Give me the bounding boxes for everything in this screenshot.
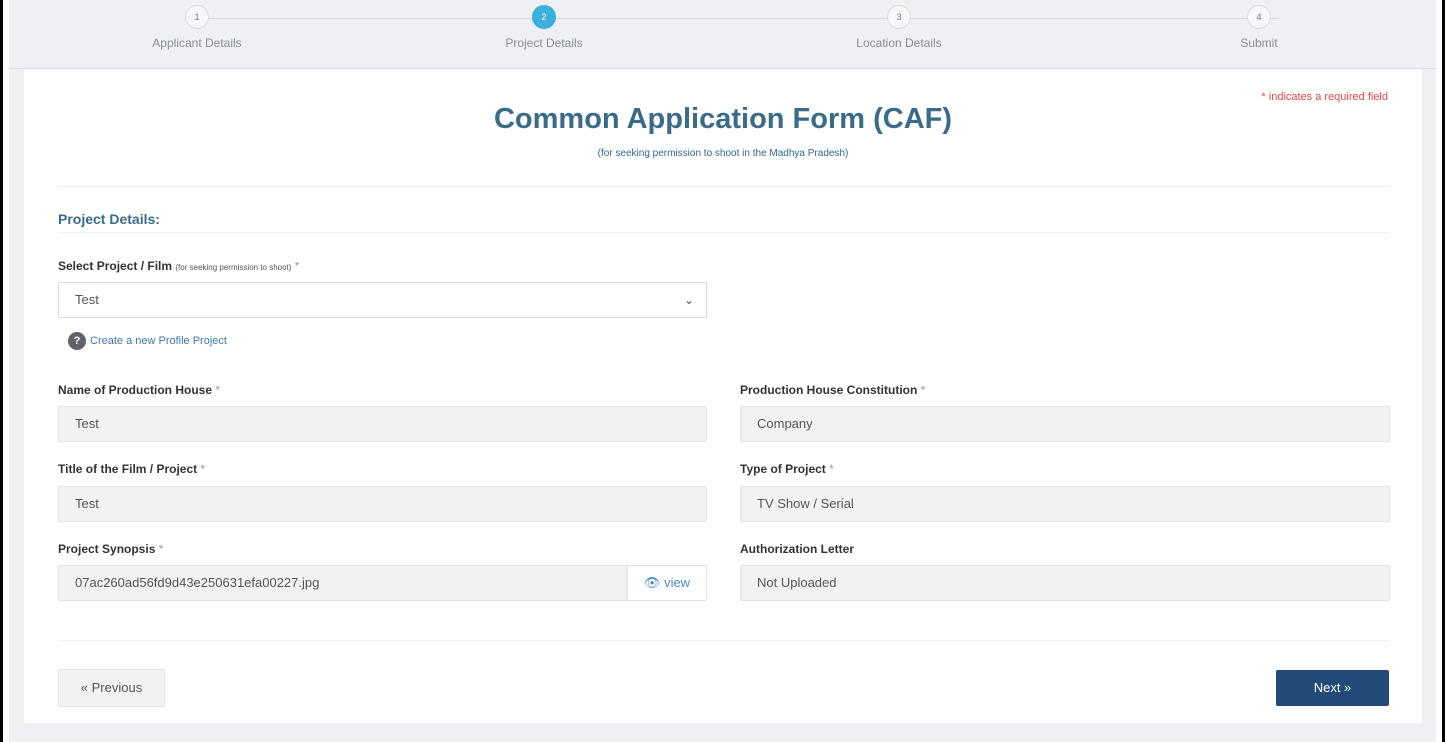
chevron-down-icon: ⌄ bbox=[683, 293, 694, 307]
step-applicant-details[interactable]: 1 Applicant Details bbox=[97, 5, 297, 50]
synopsis-file-name: 07ac260ad56fd9d43e250631efa00227.jpg bbox=[75, 575, 320, 590]
form-card: * indicates a required field Common Appl… bbox=[24, 69, 1422, 723]
project-type-label: Type of Project * bbox=[740, 462, 834, 476]
step-number-active: 2 bbox=[532, 5, 556, 29]
view-button[interactable]: 👁 view bbox=[627, 566, 706, 600]
production-house-label: Name of Production House * bbox=[58, 383, 221, 397]
project-select-value: Test bbox=[75, 292, 99, 307]
auth-letter-field[interactable]: Not Uploaded bbox=[740, 565, 1390, 601]
film-title-field[interactable]: Test bbox=[58, 486, 707, 522]
form-subtitle: (for seeking permission to shoot in the … bbox=[597, 148, 849, 159]
next-button[interactable]: Next » bbox=[1276, 670, 1389, 706]
production-house-field[interactable]: Test bbox=[58, 406, 707, 442]
step-submit[interactable]: 4 Submit bbox=[1159, 5, 1359, 50]
constitution-field[interactable]: Company bbox=[740, 406, 1390, 442]
project-select[interactable]: Test ⌄ bbox=[58, 282, 707, 318]
eye-icon: 👁 bbox=[643, 575, 661, 590]
section-title: Project Details: bbox=[58, 211, 160, 227]
form-title: Common Application Form (CAF) bbox=[493, 103, 953, 135]
project-select-label: Select Project / Film (for seeking permi… bbox=[58, 259, 300, 273]
step-number: 1 bbox=[185, 5, 209, 29]
create-project-link[interactable]: ? Create a new Profile Project bbox=[68, 332, 227, 350]
create-project-link-text: Create a new Profile Project bbox=[90, 335, 227, 347]
divider bbox=[58, 232, 1390, 233]
step-number: 4 bbox=[1247, 5, 1271, 29]
question-icon: ? bbox=[68, 332, 86, 350]
synopsis-field: 07ac260ad56fd9d43e250631efa00227.jpg 👁 v… bbox=[58, 565, 707, 601]
step-location-details[interactable]: 3 Location Details bbox=[799, 5, 999, 50]
step-label: Location Details bbox=[856, 36, 942, 50]
stepper-line bbox=[194, 18, 1279, 19]
auth-letter-label: Authorization Letter bbox=[740, 542, 854, 556]
step-number: 3 bbox=[887, 5, 911, 29]
divider bbox=[58, 640, 1390, 641]
step-label: Submit bbox=[1240, 36, 1278, 50]
film-title-label: Title of the Film / Project * bbox=[58, 462, 206, 476]
progress-stepper: 1 Applicant Details 2 Project Details 3 … bbox=[9, 5, 1436, 69]
step-label: Applicant Details bbox=[152, 36, 242, 50]
step-project-details[interactable]: 2 Project Details bbox=[444, 5, 644, 50]
constitution-label: Production House Constitution * bbox=[740, 383, 926, 397]
required-note: * indicates a required field bbox=[1261, 91, 1388, 103]
step-label: Project Details bbox=[505, 36, 583, 50]
project-type-field[interactable]: TV Show / Serial bbox=[740, 486, 1390, 522]
previous-button[interactable]: « Previous bbox=[58, 669, 165, 707]
divider bbox=[58, 186, 1390, 187]
synopsis-label: Project Synopsis * bbox=[58, 542, 164, 556]
